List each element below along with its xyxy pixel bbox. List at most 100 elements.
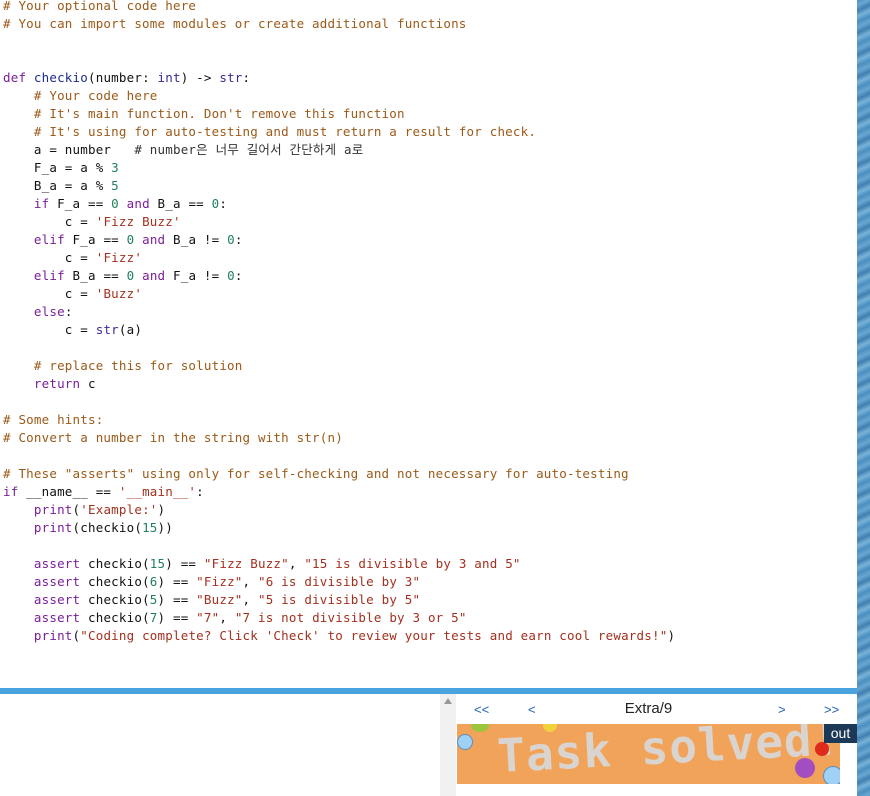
code-line[interactable]: print('Example:') bbox=[3, 501, 165, 519]
code-token: 5 bbox=[111, 178, 119, 193]
decor-ball-lightblue-icon bbox=[823, 766, 840, 784]
code-token: assert bbox=[33, 592, 81, 607]
code-token: "Buzz" bbox=[196, 592, 243, 607]
code-token: F_a = a % bbox=[3, 160, 112, 175]
code-token: c = bbox=[3, 250, 96, 265]
code-line[interactable]: assert checkio(5) == "Buzz", "5 is divis… bbox=[3, 591, 420, 609]
code-token: "Fizz" bbox=[196, 574, 243, 589]
code-token: 'Fizz Buzz' bbox=[95, 214, 181, 229]
code-line[interactable]: # replace this for solution bbox=[3, 357, 243, 375]
code-line[interactable]: B_a = a % 5 bbox=[3, 177, 119, 195]
code-token: and bbox=[126, 196, 150, 211]
code-editor[interactable]: # Your optional code here # You can impor… bbox=[0, 0, 857, 688]
code-line[interactable]: assert checkio(7) == "7", "7 is not divi… bbox=[3, 609, 467, 627]
code-token: int bbox=[157, 70, 181, 85]
code-token: : bbox=[234, 268, 243, 283]
code-line[interactable]: a = number # number은 너무 길어서 간단하게 a로 bbox=[3, 141, 363, 159]
code-line[interactable]: c = str(a) bbox=[3, 321, 142, 339]
code-token: , bbox=[242, 592, 258, 607]
code-line[interactable]: F_a = a % 3 bbox=[3, 159, 119, 177]
code-token: ) == bbox=[157, 610, 197, 625]
code-token: # You can import some modules or create … bbox=[3, 16, 467, 31]
decor-ball-blue-icon bbox=[457, 734, 473, 750]
code-token: "15 is divisible by 3 and 5" bbox=[304, 556, 521, 571]
code-token: c bbox=[80, 376, 96, 391]
code-line[interactable]: # It's using for auto-testing and must r… bbox=[3, 123, 536, 141]
code-token: a = number bbox=[3, 142, 135, 157]
code-line[interactable]: # Some hints: bbox=[3, 411, 103, 429]
code-line[interactable]: def checkio(number: int) -> str: bbox=[3, 69, 250, 87]
code-line[interactable]: assert checkio(6) == "Fizz", "6 is divis… bbox=[3, 573, 420, 591]
code-token: ) == bbox=[165, 556, 204, 571]
code-line[interactable]: # Your code here bbox=[3, 87, 158, 105]
code-token: 15 bbox=[142, 520, 158, 535]
code-token: # It's using for auto-testing and must r… bbox=[33, 124, 537, 139]
code-token: 5 bbox=[149, 592, 158, 607]
code-line[interactable]: # It's main function. Don't remove this … bbox=[3, 105, 405, 123]
code-line[interactable]: # Your optional code here bbox=[3, 0, 196, 15]
code-token: assert bbox=[33, 556, 81, 571]
code-token: F_a == bbox=[49, 196, 112, 211]
code-line[interactable]: print(checkio(15)) bbox=[3, 519, 173, 537]
code-token: assert bbox=[33, 574, 81, 589]
code-token: ) -> bbox=[180, 70, 220, 85]
code-token: B_a == bbox=[64, 268, 127, 283]
code-line[interactable]: elif B_a == 0 and F_a != 0: bbox=[3, 267, 243, 285]
next-task-button[interactable]: > bbox=[778, 702, 786, 717]
code-line[interactable]: else: bbox=[3, 303, 73, 321]
code-token: checkio( bbox=[80, 574, 150, 589]
code-token: checkio( bbox=[80, 556, 150, 571]
code-line[interactable]: return c bbox=[3, 375, 96, 393]
code-line[interactable]: # Convert a number in the string with st… bbox=[3, 429, 343, 447]
code-line[interactable]: c = 'Buzz' bbox=[3, 285, 142, 303]
code-token: and bbox=[142, 268, 166, 283]
code-line[interactable]: # These "asserts" using only for self-ch… bbox=[3, 465, 629, 483]
code-line[interactable]: # You can import some modules or create … bbox=[3, 15, 467, 33]
scroll-up-arrow-icon[interactable] bbox=[444, 698, 452, 704]
code-token: # Your optional code here bbox=[3, 0, 197, 13]
code-line[interactable]: if F_a == 0 and B_a == 0: bbox=[3, 195, 227, 213]
code-token: 15 bbox=[149, 556, 166, 571]
code-line[interactable]: if __name__ == '__main__': bbox=[3, 483, 204, 501]
code-line[interactable]: assert checkio(15) == "Fizz Buzz", "15 i… bbox=[3, 555, 521, 573]
code-line[interactable]: elif F_a == 0 and B_a != 0: bbox=[3, 231, 243, 249]
code-token: ) == bbox=[157, 574, 197, 589]
code-token: F_a == bbox=[64, 232, 127, 247]
code-token: def bbox=[3, 70, 34, 85]
code-token: (checkio( bbox=[72, 520, 143, 535]
code-token: 0 bbox=[227, 268, 235, 283]
code-token: 0 bbox=[111, 196, 119, 211]
scrollbar[interactable] bbox=[440, 694, 456, 796]
code-token: 'Fizz' bbox=[95, 250, 143, 265]
task-solved-banner: Task solved! bbox=[457, 724, 840, 784]
code-token: 0 bbox=[227, 232, 235, 247]
code-token: checkio( bbox=[80, 610, 150, 625]
code-token: __name__ == bbox=[18, 484, 119, 499]
code-token: B_a = a % bbox=[3, 178, 112, 193]
code-token: checkio bbox=[33, 70, 88, 85]
code-token: "7" bbox=[196, 610, 220, 625]
decor-ball-purple-icon bbox=[795, 758, 815, 778]
code-token: else bbox=[33, 304, 65, 319]
code-token: , bbox=[219, 610, 235, 625]
code-token: 6 bbox=[149, 574, 158, 589]
code-line[interactable]: c = 'Fizz' bbox=[3, 249, 142, 267]
last-task-button[interactable]: >> bbox=[824, 702, 839, 717]
code-token: print bbox=[33, 520, 73, 535]
code-token: c = bbox=[3, 286, 96, 301]
code-line[interactable]: print("Coding complete? Click 'Check' to… bbox=[3, 627, 675, 645]
code-line[interactable]: c = 'Fizz Buzz' bbox=[3, 213, 181, 231]
code-token: ) bbox=[157, 502, 166, 517]
